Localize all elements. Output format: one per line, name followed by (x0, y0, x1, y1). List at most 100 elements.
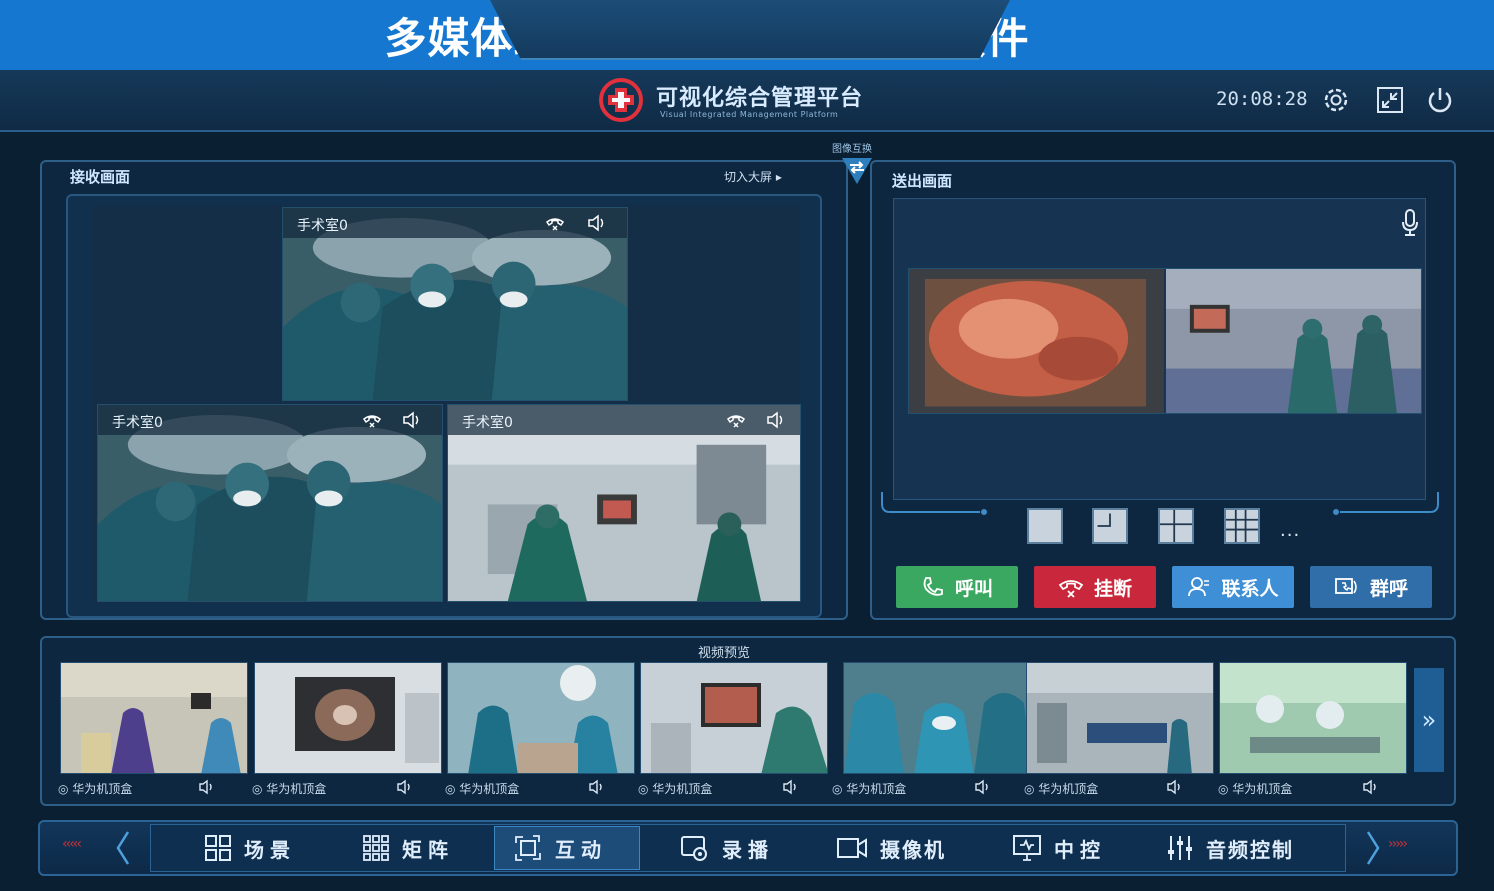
send-video[interactable] (908, 268, 1422, 414)
nav-left-arrows-icon: ‹‹‹‹‹ (62, 836, 82, 852)
video-name: 手术室0 (297, 218, 348, 234)
volume-icon[interactable] (1362, 779, 1380, 795)
preview-image (1220, 663, 1406, 773)
red-cross-logo-icon (599, 78, 643, 122)
preview-label: ◎ 华为机顶盒 (1024, 782, 1099, 796)
preview-image (641, 663, 827, 773)
nav-interact[interactable]: 互动 (494, 826, 640, 870)
video-header: 手术室0 (98, 405, 442, 435)
nav-central-control-label: 中控 (1054, 837, 1106, 862)
preview-label: ◎ 华为机顶盒 (1218, 782, 1293, 796)
video-tile[interactable]: 手术室0 (447, 404, 801, 602)
hangup-icon[interactable] (726, 411, 746, 429)
microphone-icon[interactable] (1400, 208, 1420, 238)
contacts-button[interactable]: 联系人 (1172, 566, 1294, 608)
camera-icon (837, 838, 867, 858)
volume-icon[interactable] (587, 214, 607, 232)
preview-image (1027, 663, 1213, 773)
chevron-right-icon: ▸ (775, 170, 782, 184)
volume-icon[interactable] (588, 779, 606, 795)
nav-right-arrows-icon: ››››› (1388, 836, 1408, 852)
nav-prev-button[interactable] (112, 830, 134, 866)
preview-image (448, 663, 634, 773)
receive-title: 接收画面 (70, 168, 131, 186)
volume-icon[interactable] (974, 779, 992, 795)
preview-thumb[interactable] (1219, 662, 1407, 774)
video-tile[interactable]: 手术室0 (282, 207, 628, 401)
nav-matrix-label: 矩阵 (402, 837, 454, 862)
grid-3x3-icon (363, 835, 389, 861)
group-call-button[interactable]: 群呼 (1310, 566, 1432, 608)
preview-thumb[interactable] (447, 662, 635, 774)
nav-interact-label: 互动 (555, 837, 607, 862)
preview-label: ◎ 华为机顶盒 (252, 782, 327, 796)
contacts-label: 联系人 (1221, 577, 1279, 600)
nav-record[interactable]: 录播 (680, 826, 774, 870)
hangup-icon[interactable] (545, 214, 565, 232)
video-tile[interactable]: 手术室0 (97, 404, 443, 602)
clock: 20:08:28 (1216, 88, 1308, 110)
big-screen-button[interactable]: 切入大屏 ▸ (724, 168, 782, 185)
preview-thumb[interactable] (843, 662, 1031, 774)
layout-4-button[interactable] (1158, 508, 1194, 544)
volume-icon[interactable] (396, 779, 414, 795)
preview-thumb[interactable] (254, 662, 442, 774)
platform-title: 可视化综合管理平台 (656, 86, 864, 111)
settings-icon[interactable] (1320, 84, 1352, 116)
big-screen-label: 切入大屏 (724, 170, 773, 184)
video-name: 手术室0 (462, 415, 513, 431)
nav-next-button[interactable] (1362, 830, 1384, 866)
preview-next-button[interactable]: » (1414, 668, 1444, 772)
volume-icon[interactable] (766, 411, 786, 429)
swap-image-icon[interactable] (840, 156, 874, 186)
contact-person-icon (1188, 577, 1210, 597)
nav-matrix[interactable]: 矩阵 (362, 826, 454, 870)
layout-1-button[interactable] (1027, 508, 1063, 544)
volume-icon[interactable] (782, 779, 800, 795)
phone-icon (923, 577, 943, 596)
power-icon[interactable] (1424, 84, 1456, 116)
nav-camera[interactable]: 摄像机 (836, 826, 946, 870)
record-icon (681, 836, 707, 861)
exit-fullscreen-icon[interactable] (1374, 84, 1406, 116)
layout-pip-button[interactable] (1092, 508, 1128, 544)
preview-thumb[interactable] (1026, 662, 1214, 774)
nav-central-control[interactable]: 中控 (1012, 826, 1106, 870)
volume-icon[interactable] (1166, 779, 1184, 795)
send-title: 送出画面 (892, 172, 953, 190)
volume-icon[interactable] (198, 779, 216, 795)
endoscope-and-room-image (909, 269, 1421, 413)
preview-image (61, 663, 247, 773)
hangup-icon[interactable] (362, 411, 382, 429)
hangup-button[interactable]: 挂断 (1034, 566, 1156, 608)
preview-label: ◎ 华为机顶盒 (832, 782, 907, 796)
more-layouts-button[interactable]: ... (1280, 520, 1300, 541)
volume-icon[interactable] (402, 411, 422, 429)
nav-camera-label: 摄像机 (880, 837, 946, 862)
group-call-icon (1335, 578, 1357, 594)
equalizer-icon (1168, 836, 1192, 860)
video-header: 手术室0 (283, 208, 627, 238)
grid-2x2-icon (205, 835, 231, 861)
group-call-label: 群呼 (1369, 577, 1408, 600)
layout-9-button[interactable] (1224, 508, 1260, 544)
video-name: 手术室0 (112, 415, 163, 431)
nav-record-label: 录播 (722, 837, 774, 862)
platform-subtitle: Visual Integrated Management Platform (660, 110, 839, 119)
monitor-icon (1013, 835, 1041, 861)
nav-audio-control-label: 音频控制 (1206, 837, 1294, 862)
preview-thumb[interactable] (60, 662, 248, 774)
preview-label: ◎ 华为机顶盒 (638, 782, 713, 796)
call-button[interactable]: 呼叫 (896, 566, 1018, 608)
video-header: 手术室0 (448, 405, 800, 435)
preview-thumb[interactable] (640, 662, 828, 774)
preview-image (844, 663, 1030, 773)
call-label: 呼叫 (954, 577, 993, 600)
header-center-plate (490, 0, 1010, 60)
double-chevron-right-icon: » (1421, 706, 1437, 734)
interact-icon (515, 835, 541, 861)
hangup-label: 挂断 (1093, 577, 1132, 600)
preview-label: ◎ 华为机顶盒 (445, 782, 520, 796)
nav-audio-control[interactable]: 音频控制 (1166, 826, 1294, 870)
nav-scene[interactable]: 场景 (204, 826, 296, 870)
